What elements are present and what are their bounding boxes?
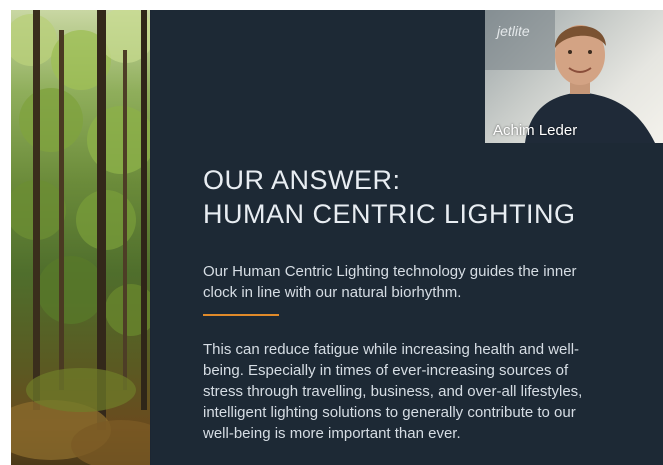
intro-line: clock in line with our natural biorhythm… bbox=[203, 284, 462, 301]
body-line: This can reduce fatigue while increasing… bbox=[203, 341, 580, 358]
body-line: being. Especially in times of ever-incre… bbox=[203, 362, 569, 379]
participant-name-label: Achim Leder bbox=[493, 122, 578, 139]
intro-line: Our Human Centric Lighting technology gu… bbox=[203, 263, 577, 280]
body-line: well-being is more important than ever. bbox=[203, 425, 461, 442]
body-line: intelligent lighting solutions to genera… bbox=[203, 404, 576, 421]
slide-title-line: HUMAN CENTRIC LIGHTING bbox=[203, 199, 576, 229]
slide-title: OUR ANSWER: HUMAN CENTRIC LIGHTING bbox=[203, 163, 653, 231]
body-line: stress through travelling, business, and… bbox=[203, 383, 583, 400]
background-sign-text: jetlite bbox=[495, 23, 530, 39]
forest-image bbox=[11, 10, 150, 465]
intro-paragraph: Our Human Centric Lighting technology gu… bbox=[203, 261, 663, 303]
slide-title-line: OUR ANSWER: bbox=[203, 165, 401, 195]
accent-divider bbox=[203, 314, 279, 316]
body-paragraph: This can reduce fatigue while increasing… bbox=[203, 339, 663, 444]
shared-screen: OUR ANSWER: HUMAN CENTRIC LIGHTING Our H… bbox=[11, 10, 663, 465]
participant-video-tile[interactable]: jetlite Achim Leder bbox=[485, 10, 663, 143]
